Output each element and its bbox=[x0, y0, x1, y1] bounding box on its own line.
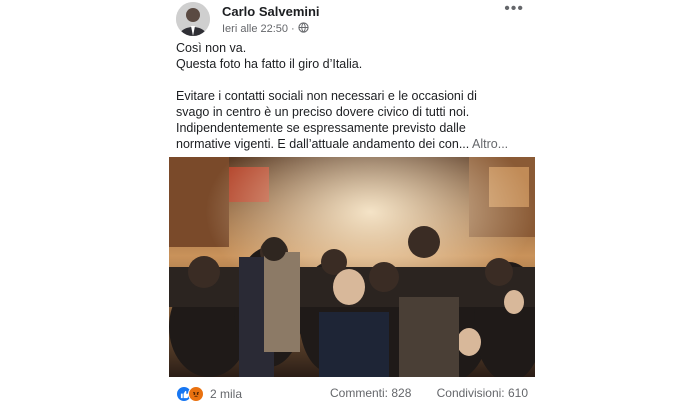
angry-icon bbox=[188, 386, 204, 402]
post-footer: 2 mila Commenti: 828 Condivisioni: 610 bbox=[176, 386, 528, 404]
reactions-summary[interactable]: 2 mila bbox=[176, 386, 242, 402]
post-line: normative vigenti. E dall’attuale andame… bbox=[176, 136, 532, 152]
globe-icon bbox=[298, 22, 309, 36]
meta-separator: · bbox=[291, 23, 295, 35]
post-line: Indipendentemente se espressamente previ… bbox=[176, 121, 466, 135]
author-name[interactable]: Carlo Salvemini bbox=[222, 4, 320, 19]
post-line-text: normative vigenti. E dall’attuale andame… bbox=[176, 137, 470, 151]
post-line: Evitare i contatti sociali non necessari… bbox=[176, 89, 477, 103]
see-more-link[interactable]: Altro... bbox=[472, 137, 508, 151]
post-line: Così non va. bbox=[176, 41, 247, 55]
facebook-post: Carlo Salvemini Ieri alle 22:50 · ••• Co… bbox=[166, 0, 538, 407]
shares-count[interactable]: Condivisioni: 610 bbox=[437, 386, 528, 400]
post-line: svago in centro è un preciso dovere civi… bbox=[176, 105, 470, 119]
comments-count[interactable]: Commenti: 828 bbox=[330, 386, 411, 400]
more-options-button[interactable]: ••• bbox=[504, 0, 524, 18]
avatar[interactable] bbox=[176, 2, 210, 36]
post-header: Carlo Salvemini Ieri alle 22:50 · ••• bbox=[176, 0, 528, 38]
post-meta: Ieri alle 22:50 · bbox=[222, 22, 309, 36]
reactions-count: 2 mila bbox=[210, 387, 243, 401]
post-text: Così non va. Questa foto ha fatto il gir… bbox=[176, 40, 532, 152]
timestamp[interactable]: Ieri alle 22:50 bbox=[222, 23, 288, 35]
crowd-photo[interactable] bbox=[169, 157, 535, 377]
post-line: Questa foto ha fatto il giro d’Italia. bbox=[176, 57, 363, 71]
